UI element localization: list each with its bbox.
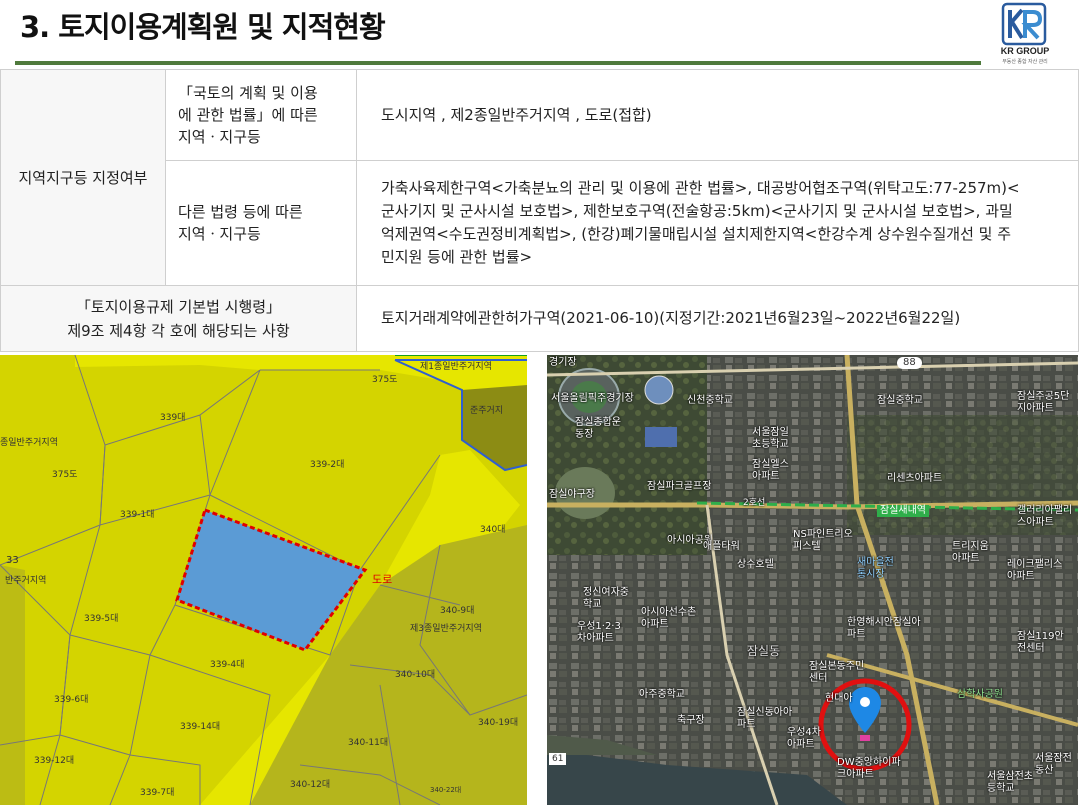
map-label: 잠실본동주민센터 [809, 661, 865, 684]
map-label: 신천중학교 [687, 395, 733, 406]
map-label: 서울잠전동산 [1035, 753, 1072, 776]
logo-name: KR GROUP [1000, 46, 1050, 56]
value-line: 민지원 등에 관한 법률> [381, 248, 533, 266]
map-label: 잠실파크골프장 [647, 481, 712, 492]
map-label: 삼학사공원 [957, 689, 1003, 700]
map-label: 2호선 [743, 498, 766, 508]
map-label: 잠실종합운동장 [575, 417, 621, 440]
regulation-label-line: 「토지이용규제 기본법 시행령」 [75, 297, 282, 316]
road-shield: 61 [549, 753, 567, 765]
sub-label-other-laws: 다른 법령 등에 따른 지역ㆍ지구등 [165, 160, 357, 286]
parcel-label: 339-14대 [180, 722, 221, 732]
parcel-label: 339대 [160, 413, 186, 423]
map-label: 서울올림픽주경기장 [551, 393, 634, 404]
table-row: 지역지구등 지정여부 「국토의 계획 및 이용 에 관한 법률」에 따른 지역ㆍ… [0, 69, 1079, 286]
company-logo: KR GROUP 부동산 종합 자산 관리 [994, 2, 1056, 68]
parcel-label: 339-2대 [310, 460, 345, 470]
parcel-label: 339-1대 [120, 510, 155, 520]
parcel-label: 340-19대 [478, 718, 519, 728]
parcel-label: 340-11대 [348, 738, 389, 748]
map-label: 잠실119안전센터 [1017, 631, 1064, 654]
map-label: 우성1·2·3차아파트 [577, 621, 621, 644]
parcel-label: 339-6대 [54, 695, 89, 705]
map-label: 잠실주공5단지아파트 [1017, 391, 1070, 414]
road-shield: 88 [897, 357, 922, 369]
kr-logo-mark [1001, 2, 1047, 46]
zone-label: 반주거지역 [5, 576, 47, 586]
sub-label-line: 에 관한 법률」에 따른 [178, 106, 318, 124]
logo-subtitle: 부동산 종합 자산 관리 [1002, 59, 1048, 65]
map-label: 우성4차아파트 [787, 727, 821, 750]
parcel-label: 339-4대 [210, 660, 245, 670]
map-label: 리센츠아파트 [887, 473, 943, 484]
map-label: 트리지움아파트 [952, 541, 989, 564]
parcel-label: 339-5대 [84, 614, 119, 624]
map-label: 잠실중학교 [877, 395, 923, 406]
parcel-label: 340-12대 [290, 780, 331, 790]
value-line: 가축사육제한구역<가축분뇨의 관리 및 이용에 관한 법률>, 대공방어협조구역… [381, 179, 1020, 197]
table-row: 「토지이용규제 기본법 시행령」 제9조 제4항 각 호에 해당되는 사항 토지… [0, 285, 1079, 352]
map-label: 새마을전통시장 [857, 557, 894, 580]
value-national: 도시지역 , 제2종일반주거지역 , 도로(접합) [356, 69, 1079, 161]
map-label: 경기장 [549, 357, 577, 368]
zone-label: 제3종일반주거지역 [410, 624, 482, 634]
map-label: 서울삼전초등학교 [987, 771, 1033, 794]
map-label: 레이크팰리스아파트 [1007, 559, 1063, 582]
parcel-label: 340대 [480, 525, 506, 535]
map-label: 잠실엘스아파트 [752, 459, 789, 482]
parcel-label: 340-22대 [430, 786, 462, 794]
parcel-label: 339-7대 [140, 788, 175, 798]
zone-label: 종일반주거지역 [0, 438, 58, 448]
map-label: DW중앙하이파크아파트 [837, 757, 901, 780]
zone-label: 준주거지 [470, 406, 504, 416]
sub-label-line: 다른 법령 등에 따른 [178, 203, 303, 221]
value-other-laws: 가축사육제한구역<가축분뇨의 관리 및 이용에 관한 법률>, 대공방어협조구역… [356, 160, 1079, 286]
page-title: 3. 토지이용계획원 및 지적현황 [20, 10, 386, 44]
parcel-label: 340-10대 [395, 670, 436, 680]
cadastral-map: 제1종일반주거지역 375도 준주거지 339대 종일반주거지역 339-2대 … [0, 355, 527, 805]
map-label: 갤러리아팰리스아파트 [1017, 505, 1073, 528]
map-label: 서울잠일초등학교 [752, 427, 789, 450]
map-label: 잠실야구장 [549, 489, 595, 500]
map-label: NS파인트리오피스텔 [793, 529, 853, 552]
map-label: 아시아선수촌아파트 [641, 607, 697, 630]
zone-label: 제1종일반주거지역 [420, 362, 492, 372]
map-label: 상수호텔 [737, 559, 774, 570]
title-underline [15, 61, 981, 65]
station-label: 잠실새내역 [877, 505, 929, 517]
row-label-zoning: 지역지구등 지정여부 [0, 69, 166, 286]
value-regulation: 토지거래계약에관한허가구역(2021-06-10)(지정기간:2021년6월23… [356, 285, 1079, 352]
parcel-label: 340-9대 [440, 606, 475, 616]
parcel-label: 375도 [372, 375, 398, 385]
parcel-label: 33 [6, 555, 19, 566]
sub-label-line: 지역ㆍ지구등 [178, 128, 261, 146]
road-label: 도로 [372, 573, 393, 586]
map-label: 축구장 [677, 715, 705, 726]
map-label: 현대아 [825, 693, 853, 704]
satellite-map: 경기장 88 서울올림픽주경기장 잠실종합운동장 신천중학교 잠실중학교 잠실주… [547, 355, 1078, 805]
regulation-label-line: 제9조 제4항 각 호에 해당되는 사항 [67, 321, 290, 340]
map-label: 한영해시안잠실아파트 [847, 617, 921, 640]
sub-label-national: 「국토의 계획 및 이용 에 관한 법률」에 따른 지역ㆍ지구등 [165, 69, 357, 161]
area-label: 잠실동 [747, 644, 781, 658]
map-label: 아주중학교 [639, 689, 685, 700]
row-label-regulation: 「토지이용규제 기본법 시행령」 제9조 제4항 각 호에 해당되는 사항 [0, 285, 357, 352]
parcel-label: 339-12대 [34, 756, 75, 766]
value-line: 억제권역<수도권정비계획법>, (한강)폐기물매립시설 설치제한지역<한강수계 … [381, 225, 1012, 243]
value-line: 군사기지 및 군사시설 보호법>, 제한보호구역(전술항공:5km)<군사기지 … [381, 202, 1013, 220]
parcel-label: 375도 [52, 470, 78, 480]
map-label: 정신여자중학교 [583, 587, 629, 610]
map-label: 애플타워 [703, 541, 740, 552]
land-use-table: 지역지구등 지정여부 「국토의 계획 및 이용 에 관한 법률」에 따른 지역ㆍ… [0, 69, 1079, 352]
sub-label-line: 지역ㆍ지구등 [178, 225, 261, 243]
sub-label-line: 「국토의 계획 및 이용 [178, 84, 318, 102]
